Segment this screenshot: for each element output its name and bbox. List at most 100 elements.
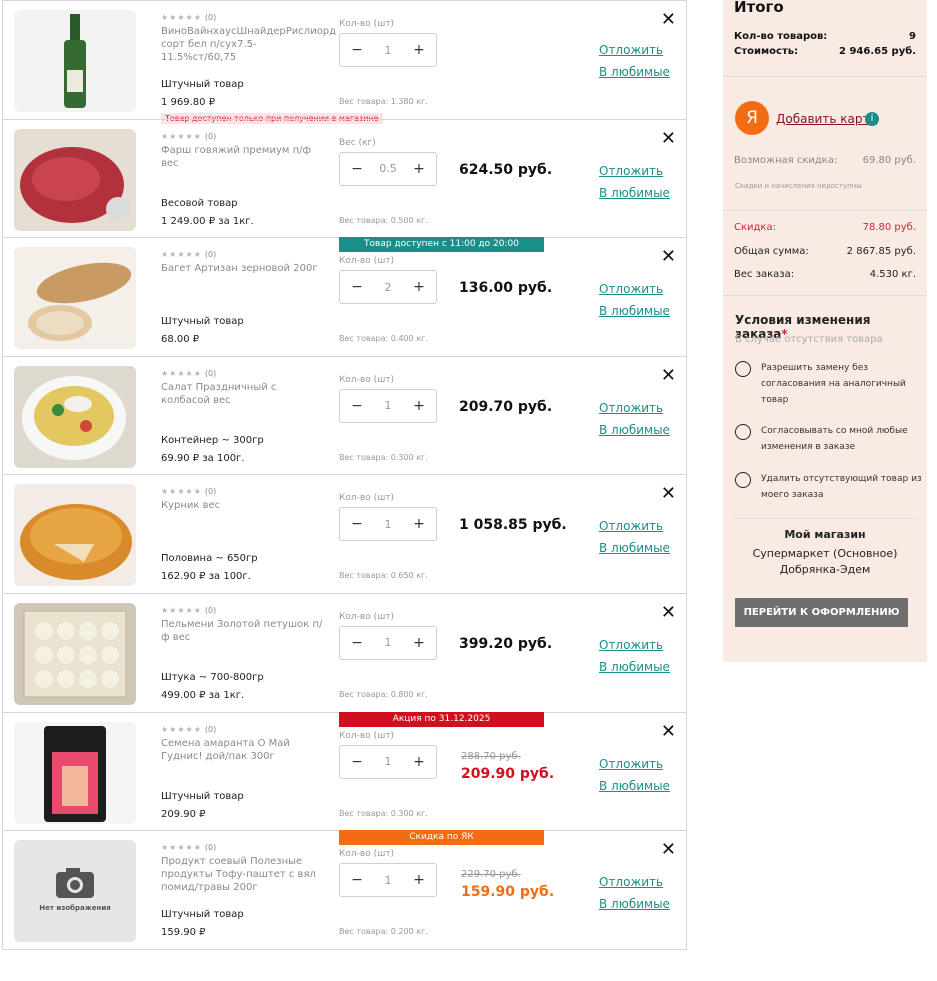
plus-button[interactable]: + (412, 42, 426, 58)
cart-item: Акция по 31.12.2025 ★★★★★ (0) Семена амар… (3, 711, 686, 831)
product-name[interactable]: Курник вес (161, 499, 326, 512)
product-name[interactable]: ВиноВайнхаусШнайдерРислиорд сорт бел п/с… (161, 25, 336, 64)
plus-button[interactable]: + (412, 161, 426, 177)
favorite-link[interactable]: В любимые (599, 61, 670, 83)
quantity-value[interactable]: 1 (385, 874, 392, 887)
postpone-link[interactable]: Отложить (599, 634, 670, 656)
favorite-link[interactable]: В любимые (599, 182, 670, 204)
rating-stars[interactable]: ★★★★★ (0) (161, 132, 326, 141)
item-actions: Отложить В любимые (599, 39, 670, 83)
quantity-value[interactable]: 0.5 (379, 162, 397, 175)
postpone-link[interactable]: Отложить (599, 39, 670, 61)
favorite-link[interactable]: В любимые (599, 775, 670, 797)
remove-item-icon[interactable]: ✕ (661, 839, 676, 860)
rating-stars[interactable]: ★★★★★ (0) (161, 606, 326, 615)
postpone-link[interactable]: Отложить (599, 515, 670, 537)
product-info: ★★★★★ (0) Семена амаранта О Май Гуднис! д… (161, 725, 326, 763)
favorite-link[interactable]: В любимые (599, 537, 670, 559)
product-image-mince[interactable] (14, 128, 136, 231)
rating-stars[interactable]: ★★★★★ (0) (161, 250, 326, 259)
product-type: Весовой товар (161, 197, 238, 209)
postpone-link[interactable]: Отложить (599, 160, 670, 182)
product-type: Контейнер ~ 300гр (161, 434, 264, 446)
radio-remove[interactable] (735, 472, 751, 488)
product-image-placeholder[interactable]: Нет изображения (14, 840, 136, 943)
product-name[interactable]: Салат Праздничный с колбасой вес (161, 381, 326, 407)
remove-item-icon[interactable]: ✕ (661, 483, 676, 504)
minus-button[interactable]: − (350, 872, 364, 888)
product-image-wine[interactable] (14, 10, 136, 112)
favorite-link[interactable]: В любимые (599, 419, 670, 441)
info-icon[interactable]: i (865, 112, 879, 126)
divider (723, 76, 927, 77)
favorite-link[interactable]: В любимые (599, 300, 670, 322)
remove-item-icon[interactable]: ✕ (661, 9, 676, 30)
quantity-value[interactable]: 1 (385, 636, 392, 649)
plus-button[interactable]: + (412, 872, 426, 888)
product-name[interactable]: Семена амаранта О Май Гуднис! дой/пак 30… (161, 737, 326, 763)
minus-button[interactable]: − (350, 635, 364, 651)
minus-button[interactable]: − (350, 42, 364, 58)
radio-replace[interactable] (735, 361, 751, 377)
promo-price: 209.90 руб. (461, 765, 555, 782)
postpone-link[interactable]: Отложить (599, 753, 670, 775)
product-image-baguette[interactable] (14, 247, 136, 350)
quantity-value[interactable]: 1 (385, 399, 392, 412)
radio-approve[interactable] (735, 424, 751, 440)
rating-stars[interactable]: ★★★★★ (0) (161, 369, 326, 378)
option-approve[interactable]: Согласовывать со мной любые изменения в … (735, 423, 923, 455)
minus-button[interactable]: − (350, 279, 364, 295)
remove-item-icon[interactable]: ✕ (661, 721, 676, 742)
quantity-value[interactable]: 2 (385, 281, 392, 294)
quantity-value[interactable]: 1 (385, 44, 392, 57)
plus-button[interactable]: + (412, 635, 426, 651)
rating-stars[interactable]: ★★★★★ (0) (161, 725, 326, 734)
plus-button[interactable]: + (412, 754, 426, 770)
plus-button[interactable]: + (412, 516, 426, 532)
product-image-amaranth[interactable] (14, 721, 136, 824)
quantity-value[interactable]: 1 (385, 518, 392, 531)
item-weight: Вес товара: 0.300 кг. (339, 808, 428, 818)
product-image-kurnik[interactable] (14, 484, 136, 587)
divider (723, 210, 927, 211)
minus-button[interactable]: − (350, 754, 364, 770)
item-weight: Вес товара: 0.650 кг. (339, 571, 428, 581)
product-name[interactable]: Багет Артизан зерновой 200г (161, 262, 326, 275)
postpone-link[interactable]: Отложить (599, 278, 670, 300)
qty-label: Кол-во (шт) (339, 256, 395, 267)
postpone-link[interactable]: Отложить (599, 871, 670, 893)
plus-button[interactable]: + (412, 398, 426, 414)
remove-item-icon[interactable]: ✕ (661, 365, 676, 386)
conditions-subtitle: В случае отсутствия товара (735, 334, 883, 345)
store-title: Мой магазин (784, 528, 866, 541)
option-remove[interactable]: Удалить отсутствующий товар из моего зак… (735, 471, 923, 503)
rating-stars[interactable]: ★★★★★ (0) (161, 13, 326, 22)
plus-button[interactable]: + (412, 279, 426, 295)
product-name[interactable]: Продукт соевый Полезные продукты Тофу-па… (161, 855, 326, 894)
favorite-link[interactable]: В любимые (599, 893, 670, 915)
item-weight: Вес товара: 0.500 кг. (339, 215, 428, 225)
minus-button[interactable]: − (350, 398, 364, 414)
checkout-button[interactable]: ПЕРЕЙТИ К ОФОРМЛЕНИЮ (735, 598, 908, 627)
add-card-link[interactable]: Добавить карту (776, 112, 877, 126)
remove-item-icon[interactable]: ✕ (661, 602, 676, 623)
product-image-salad[interactable] (14, 365, 136, 468)
item-actions: Отложить В любимые (599, 515, 670, 559)
quantity-value[interactable]: 1 (385, 755, 392, 768)
minus-button[interactable]: − (350, 161, 364, 177)
favorite-link[interactable]: В любимые (599, 656, 670, 678)
minus-button[interactable]: − (350, 516, 364, 532)
product-image-pelmeni[interactable] (14, 602, 136, 705)
qty-label: Кол-во (шт) (339, 493, 395, 504)
unit-price: 1 249.00 ₽ за 1кг. (161, 215, 254, 227)
cost-row: Стоимость: 2 946.65 руб. (734, 46, 916, 57)
product-name[interactable]: Пельмени Золотой петушок п/ф вес (161, 618, 326, 644)
remove-item-icon[interactable]: ✕ (661, 128, 676, 149)
postpone-link[interactable]: Отложить (599, 397, 670, 419)
product-name[interactable]: Фарш говяжий премиум п/ф вес (161, 144, 326, 170)
option-replace[interactable]: Разрешить замену без согласования на ана… (735, 360, 923, 408)
yandex-card-icon: Я (735, 101, 769, 135)
remove-item-icon[interactable]: ✕ (661, 246, 676, 267)
rating-stars[interactable]: ★★★★★ (0) (161, 487, 326, 496)
rating-stars[interactable]: ★★★★★ (0) (161, 843, 326, 852)
